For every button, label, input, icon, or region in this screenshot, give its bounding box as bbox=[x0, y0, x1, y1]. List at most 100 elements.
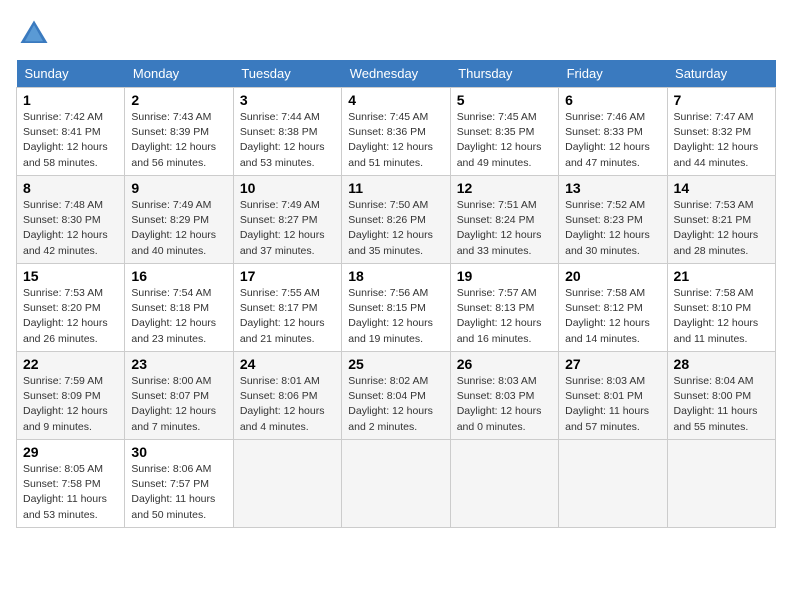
day-info: Sunrise: 7:45 AMSunset: 8:36 PMDaylight:… bbox=[348, 111, 433, 169]
day-number: 18 bbox=[348, 268, 443, 284]
day-info: Sunrise: 7:58 AMSunset: 8:12 PMDaylight:… bbox=[565, 287, 650, 345]
day-number: 9 bbox=[131, 180, 226, 196]
day-number: 23 bbox=[131, 356, 226, 372]
day-info: Sunrise: 7:48 AMSunset: 8:30 PMDaylight:… bbox=[23, 199, 108, 257]
calendar-cell bbox=[667, 440, 775, 528]
day-number: 15 bbox=[23, 268, 118, 284]
calendar-week-4: 22 Sunrise: 7:59 AMSunset: 8:09 PMDaylig… bbox=[17, 352, 776, 440]
day-info: Sunrise: 7:49 AMSunset: 8:29 PMDaylight:… bbox=[131, 199, 216, 257]
day-number: 8 bbox=[23, 180, 118, 196]
header-thursday: Thursday bbox=[450, 60, 558, 88]
calendar-cell: 29 Sunrise: 8:05 AMSunset: 7:58 PMDaylig… bbox=[17, 440, 125, 528]
day-number: 17 bbox=[240, 268, 335, 284]
day-number: 3 bbox=[240, 92, 335, 108]
calendar-table: SundayMondayTuesdayWednesdayThursdayFrid… bbox=[16, 60, 776, 528]
day-info: Sunrise: 8:02 AMSunset: 8:04 PMDaylight:… bbox=[348, 375, 433, 433]
calendar-cell bbox=[559, 440, 667, 528]
calendar-cell: 30 Sunrise: 8:06 AMSunset: 7:57 PMDaylig… bbox=[125, 440, 233, 528]
day-number: 10 bbox=[240, 180, 335, 196]
day-info: Sunrise: 7:52 AMSunset: 8:23 PMDaylight:… bbox=[565, 199, 650, 257]
day-number: 28 bbox=[674, 356, 769, 372]
day-info: Sunrise: 7:57 AMSunset: 8:13 PMDaylight:… bbox=[457, 287, 542, 345]
day-number: 4 bbox=[348, 92, 443, 108]
day-info: Sunrise: 8:06 AMSunset: 7:57 PMDaylight:… bbox=[131, 463, 215, 521]
calendar-cell: 14 Sunrise: 7:53 AMSunset: 8:21 PMDaylig… bbox=[667, 176, 775, 264]
calendar-cell: 15 Sunrise: 7:53 AMSunset: 8:20 PMDaylig… bbox=[17, 264, 125, 352]
calendar-cell: 10 Sunrise: 7:49 AMSunset: 8:27 PMDaylig… bbox=[233, 176, 341, 264]
calendar-cell: 5 Sunrise: 7:45 AMSunset: 8:35 PMDayligh… bbox=[450, 88, 558, 176]
calendar-week-5: 29 Sunrise: 8:05 AMSunset: 7:58 PMDaylig… bbox=[17, 440, 776, 528]
calendar-cell: 3 Sunrise: 7:44 AMSunset: 8:38 PMDayligh… bbox=[233, 88, 341, 176]
day-number: 29 bbox=[23, 444, 118, 460]
day-info: Sunrise: 7:54 AMSunset: 8:18 PMDaylight:… bbox=[131, 287, 216, 345]
day-info: Sunrise: 8:00 AMSunset: 8:07 PMDaylight:… bbox=[131, 375, 216, 433]
header-monday: Monday bbox=[125, 60, 233, 88]
day-info: Sunrise: 7:53 AMSunset: 8:20 PMDaylight:… bbox=[23, 287, 108, 345]
calendar-cell bbox=[342, 440, 450, 528]
calendar-cell: 4 Sunrise: 7:45 AMSunset: 8:36 PMDayligh… bbox=[342, 88, 450, 176]
calendar-cell: 12 Sunrise: 7:51 AMSunset: 8:24 PMDaylig… bbox=[450, 176, 558, 264]
calendar-cell: 6 Sunrise: 7:46 AMSunset: 8:33 PMDayligh… bbox=[559, 88, 667, 176]
day-number: 26 bbox=[457, 356, 552, 372]
logo bbox=[16, 16, 56, 52]
day-number: 30 bbox=[131, 444, 226, 460]
day-info: Sunrise: 8:03 AMSunset: 8:03 PMDaylight:… bbox=[457, 375, 542, 433]
calendar-cell: 27 Sunrise: 8:03 AMSunset: 8:01 PMDaylig… bbox=[559, 352, 667, 440]
day-number: 7 bbox=[674, 92, 769, 108]
calendar-cell: 19 Sunrise: 7:57 AMSunset: 8:13 PMDaylig… bbox=[450, 264, 558, 352]
calendar-cell: 18 Sunrise: 7:56 AMSunset: 8:15 PMDaylig… bbox=[342, 264, 450, 352]
day-info: Sunrise: 7:55 AMSunset: 8:17 PMDaylight:… bbox=[240, 287, 325, 345]
calendar-week-2: 8 Sunrise: 7:48 AMSunset: 8:30 PMDayligh… bbox=[17, 176, 776, 264]
day-info: Sunrise: 7:59 AMSunset: 8:09 PMDaylight:… bbox=[23, 375, 108, 433]
calendar-cell: 16 Sunrise: 7:54 AMSunset: 8:18 PMDaylig… bbox=[125, 264, 233, 352]
day-number: 13 bbox=[565, 180, 660, 196]
day-info: Sunrise: 7:42 AMSunset: 8:41 PMDaylight:… bbox=[23, 111, 108, 169]
calendar-cell: 24 Sunrise: 8:01 AMSunset: 8:06 PMDaylig… bbox=[233, 352, 341, 440]
calendar-cell: 7 Sunrise: 7:47 AMSunset: 8:32 PMDayligh… bbox=[667, 88, 775, 176]
calendar-header-row: SundayMondayTuesdayWednesdayThursdayFrid… bbox=[17, 60, 776, 88]
header-saturday: Saturday bbox=[667, 60, 775, 88]
calendar-cell: 8 Sunrise: 7:48 AMSunset: 8:30 PMDayligh… bbox=[17, 176, 125, 264]
calendar-cell: 13 Sunrise: 7:52 AMSunset: 8:23 PMDaylig… bbox=[559, 176, 667, 264]
page-header bbox=[16, 16, 776, 52]
day-number: 14 bbox=[674, 180, 769, 196]
calendar-cell: 9 Sunrise: 7:49 AMSunset: 8:29 PMDayligh… bbox=[125, 176, 233, 264]
day-info: Sunrise: 8:03 AMSunset: 8:01 PMDaylight:… bbox=[565, 375, 649, 433]
day-info: Sunrise: 7:58 AMSunset: 8:10 PMDaylight:… bbox=[674, 287, 759, 345]
header-wednesday: Wednesday bbox=[342, 60, 450, 88]
day-number: 19 bbox=[457, 268, 552, 284]
day-info: Sunrise: 7:49 AMSunset: 8:27 PMDaylight:… bbox=[240, 199, 325, 257]
calendar-cell: 23 Sunrise: 8:00 AMSunset: 8:07 PMDaylig… bbox=[125, 352, 233, 440]
calendar-week-1: 1 Sunrise: 7:42 AMSunset: 8:41 PMDayligh… bbox=[17, 88, 776, 176]
day-info: Sunrise: 7:44 AMSunset: 8:38 PMDaylight:… bbox=[240, 111, 325, 169]
header-friday: Friday bbox=[559, 60, 667, 88]
day-number: 24 bbox=[240, 356, 335, 372]
day-info: Sunrise: 7:53 AMSunset: 8:21 PMDaylight:… bbox=[674, 199, 759, 257]
calendar-cell: 11 Sunrise: 7:50 AMSunset: 8:26 PMDaylig… bbox=[342, 176, 450, 264]
day-number: 12 bbox=[457, 180, 552, 196]
day-number: 20 bbox=[565, 268, 660, 284]
day-number: 16 bbox=[131, 268, 226, 284]
day-number: 25 bbox=[348, 356, 443, 372]
day-number: 5 bbox=[457, 92, 552, 108]
day-info: Sunrise: 7:45 AMSunset: 8:35 PMDaylight:… bbox=[457, 111, 542, 169]
day-info: Sunrise: 7:50 AMSunset: 8:26 PMDaylight:… bbox=[348, 199, 433, 257]
calendar-cell bbox=[233, 440, 341, 528]
calendar-cell: 22 Sunrise: 7:59 AMSunset: 8:09 PMDaylig… bbox=[17, 352, 125, 440]
calendar-cell: 1 Sunrise: 7:42 AMSunset: 8:41 PMDayligh… bbox=[17, 88, 125, 176]
day-info: Sunrise: 8:01 AMSunset: 8:06 PMDaylight:… bbox=[240, 375, 325, 433]
logo-icon bbox=[16, 16, 52, 52]
day-number: 1 bbox=[23, 92, 118, 108]
day-number: 21 bbox=[674, 268, 769, 284]
day-info: Sunrise: 8:04 AMSunset: 8:00 PMDaylight:… bbox=[674, 375, 758, 433]
calendar-cell: 20 Sunrise: 7:58 AMSunset: 8:12 PMDaylig… bbox=[559, 264, 667, 352]
day-info: Sunrise: 7:46 AMSunset: 8:33 PMDaylight:… bbox=[565, 111, 650, 169]
calendar-cell: 21 Sunrise: 7:58 AMSunset: 8:10 PMDaylig… bbox=[667, 264, 775, 352]
day-number: 27 bbox=[565, 356, 660, 372]
calendar-week-3: 15 Sunrise: 7:53 AMSunset: 8:20 PMDaylig… bbox=[17, 264, 776, 352]
day-info: Sunrise: 7:56 AMSunset: 8:15 PMDaylight:… bbox=[348, 287, 433, 345]
header-tuesday: Tuesday bbox=[233, 60, 341, 88]
day-number: 22 bbox=[23, 356, 118, 372]
day-info: Sunrise: 7:47 AMSunset: 8:32 PMDaylight:… bbox=[674, 111, 759, 169]
calendar-cell: 17 Sunrise: 7:55 AMSunset: 8:17 PMDaylig… bbox=[233, 264, 341, 352]
